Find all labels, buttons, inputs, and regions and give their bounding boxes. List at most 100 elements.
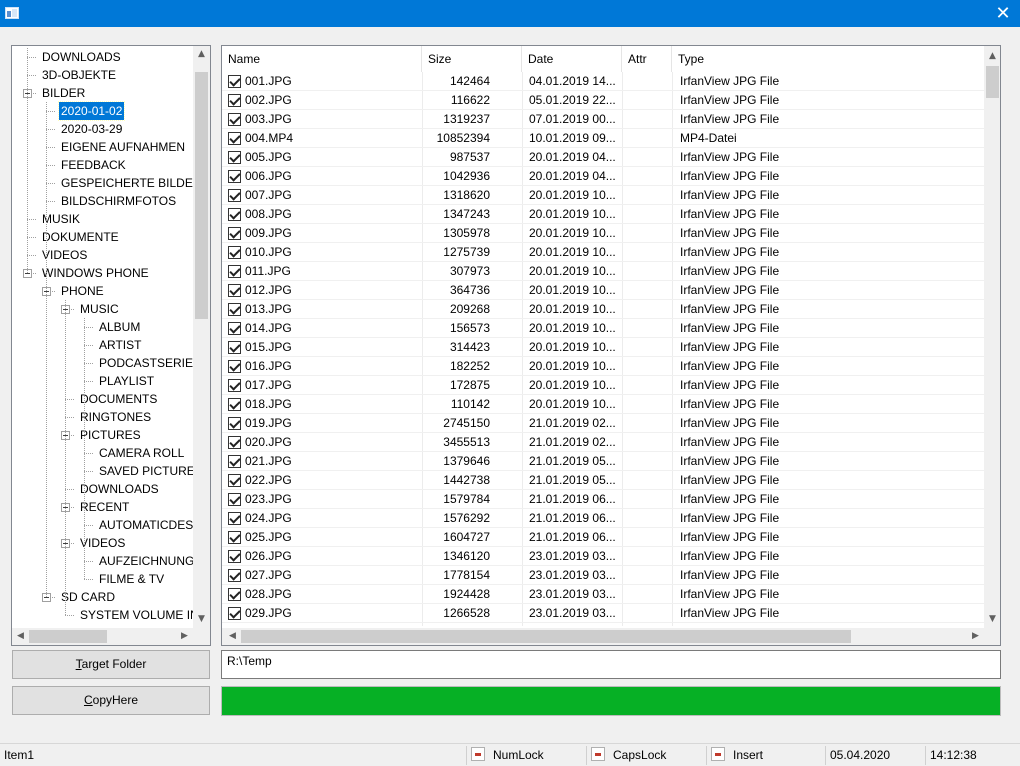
file-row[interactable]: 005.JPG 987537 20.01.2019 04... IrfanView J… (222, 148, 984, 167)
list-vertical-scrollbar[interactable]: ▲ ▼ (984, 46, 1000, 628)
tree-horizontal-scrollbar[interactable]: ◀ ▶ (12, 628, 193, 645)
column-header-date[interactable]: Date (522, 46, 622, 72)
scroll-right-arrow-icon[interactable]: ▶ (967, 628, 984, 645)
target-folder-button[interactable]: Target Folder (12, 650, 210, 679)
file-list[interactable]: Name Size Date Attr Type 001.JPG 142464 04… (221, 45, 1001, 646)
tree-item[interactable]: PHONE (12, 282, 193, 300)
tree-item[interactable]: MUSIC (12, 300, 193, 318)
tree-item[interactable]: 2020-03-29 (12, 120, 193, 138)
tree-item[interactable]: BILDSCHIRMFOTOS (12, 192, 193, 210)
file-row[interactable]: 023.JPG 1579784 21.01.2019 06... IrfanView … (222, 490, 984, 509)
file-row[interactable]: 006.JPG 1042936 20.01.2019 04... IrfanView … (222, 167, 984, 186)
copy-here-button[interactable]: CopyHere (12, 686, 210, 715)
column-header-attr[interactable]: Attr (622, 46, 672, 72)
tree-item[interactable]: DOWNLOADS (12, 480, 193, 498)
tree-connector (84, 363, 93, 364)
file-row[interactable]: 003.JPG 1319237 07.01.2019 00... IrfanView … (222, 110, 984, 129)
file-row[interactable]: 027.JPG 1778154 23.01.2019 03... IrfanView … (222, 566, 984, 585)
tree-item[interactable]: DOKUMENTE (12, 228, 193, 246)
tree-item[interactable]: ARTIST (12, 336, 193, 354)
file-row[interactable]: 021.JPG 1379646 21.01.2019 05... IrfanView … (222, 452, 984, 471)
tree-item[interactable]: SAVED PICTURES (12, 462, 193, 480)
tree-item[interactable]: FILME & TV (12, 570, 193, 588)
tree-item[interactable]: ALBUM (12, 318, 193, 336)
tree-item[interactable]: PLAYLIST (12, 372, 193, 390)
tree-item[interactable]: DOWNLOADS (12, 48, 193, 66)
file-row[interactable]: 022.JPG 1442738 21.01.2019 05... IrfanView … (222, 471, 984, 490)
tree-item[interactable]: DOCUMENTS (12, 390, 193, 408)
scroll-thumb[interactable] (241, 630, 851, 643)
tree-item[interactable]: BILDER (12, 84, 193, 102)
tree-item[interactable]: 3D-OBJEKTE (12, 66, 193, 84)
file-row[interactable]: 020.JPG 3455513 21.01.2019 02... IrfanView … (222, 433, 984, 452)
scroll-left-arrow-icon[interactable]: ◀ (12, 628, 29, 645)
column-header-name[interactable]: Name (222, 46, 422, 72)
tree-item[interactable]: 2020-01-02 (12, 101, 193, 121)
tree-connector (84, 471, 93, 472)
file-row[interactable]: 010.JPG 1275739 20.01.2019 10... IrfanView … (222, 243, 984, 262)
tree-item-label: EIGENE AUFNAHMEN (61, 140, 186, 154)
file-row[interactable]: 025.JPG 1604727 21.01.2019 06... IrfanView … (222, 528, 984, 547)
tree-item[interactable]: RINGTONES (12, 408, 193, 426)
file-row[interactable]: 026.JPG 1346120 23.01.2019 03... IrfanView … (222, 547, 984, 566)
scroll-thumb[interactable] (986, 66, 999, 98)
cell-type: IrfanView JPG File (680, 283, 780, 297)
column-header-size[interactable]: Size (422, 46, 522, 72)
cell-size: 1318620 (443, 188, 490, 202)
file-row[interactable]: 007.JPG 1318620 20.01.2019 10... IrfanView … (222, 186, 984, 205)
scroll-thumb[interactable] (29, 630, 107, 643)
tree-item[interactable]: EIGENE AUFNAHMEN (12, 138, 193, 156)
tree-item[interactable]: RECENT (12, 498, 193, 516)
file-row[interactable]: 012.JPG 364736 20.01.2019 10... IrfanView J… (222, 281, 984, 300)
tree-item[interactable]: SD CARD (12, 588, 193, 606)
scroll-right-arrow-icon[interactable]: ▶ (176, 628, 193, 645)
tree-vertical-scrollbar[interactable]: ▲ ▼ (193, 46, 210, 628)
file-row[interactable]: 008.JPG 1347243 20.01.2019 10... IrfanView … (222, 205, 984, 224)
list-horizontal-scrollbar[interactable]: ◀ ▶ (222, 628, 984, 645)
scroll-left-arrow-icon[interactable]: ◀ (224, 628, 241, 645)
tree-item[interactable]: CAMERA ROLL (12, 444, 193, 462)
file-row[interactable]: 019.JPG 2745150 21.01.2019 02... IrfanView … (222, 414, 984, 433)
file-row[interactable]: 004.MP4 10852394 10.01.2019 09... MP4-Datei (222, 129, 984, 148)
tree-item[interactable]: GESPEICHERTE BILDER (12, 174, 193, 192)
cell-attr (623, 72, 673, 91)
tree-item[interactable]: PODCASTSERIES (12, 354, 193, 372)
file-row[interactable]: 011.JPG 307973 20.01.2019 10... IrfanView J… (222, 262, 984, 281)
cell-size: 1266528 (443, 606, 490, 620)
file-row[interactable]: 016.JPG 182252 20.01.2019 10... IrfanView J… (222, 357, 984, 376)
tree-item[interactable]: PICTURES (12, 426, 193, 444)
tree-item[interactable]: AUFZEICHNUNGEN (12, 552, 193, 570)
file-row[interactable]: 017.JPG 172875 20.01.2019 10... IrfanView J… (222, 376, 984, 395)
folder-tree[interactable]: DOWNLOADS 3D-OBJEKTE BILDER 2020-01-02 2020-… (11, 45, 211, 646)
file-row[interactable]: 001.JPG 142464 04.01.2019 14... IrfanView J… (222, 72, 984, 91)
cell-attr (623, 357, 673, 376)
tree-item[interactable]: SYSTEM VOLUME INFORMATION (12, 606, 193, 624)
tree-item-label: ALBUM (99, 320, 141, 334)
scroll-down-arrow-icon[interactable]: ▼ (193, 611, 210, 628)
file-row[interactable]: 029.JPG 1266528 23.01.2019 03... IrfanView … (222, 604, 984, 623)
scroll-down-arrow-icon[interactable]: ▼ (984, 611, 1000, 628)
file-row[interactable]: 015.JPG 314423 20.01.2019 10... IrfanView J… (222, 338, 984, 357)
file-row[interactable]: 013.JPG 209268 20.01.2019 10... IrfanView J… (222, 300, 984, 319)
tree-item[interactable]: VIDEOS (12, 246, 193, 264)
target-path-field[interactable]: R:\Temp (221, 650, 1001, 679)
tree-item[interactable]: VIDEOS (12, 534, 193, 552)
file-row[interactable]: 024.JPG 1576292 21.01.2019 06... IrfanView … (222, 509, 984, 528)
tree-item[interactable]: AUTOMATICDESTINATIONS (12, 516, 193, 534)
scroll-thumb[interactable] (195, 72, 208, 319)
scroll-up-arrow-icon[interactable]: ▲ (984, 48, 1000, 65)
tree-item[interactable]: MUSIK (12, 210, 193, 228)
file-row[interactable]: 009.JPG 1305978 20.01.2019 10... IrfanView … (222, 224, 984, 243)
file-row[interactable]: 002.JPG 116622 05.01.2019 22... IrfanView J… (222, 91, 984, 110)
file-row[interactable]: 014.JPG 156573 20.01.2019 10... IrfanView J… (222, 319, 984, 338)
tree-item[interactable]: WINDOWS PHONE (12, 264, 193, 282)
scroll-up-arrow-icon[interactable]: ▲ (193, 46, 210, 63)
cell-name: 025.JPG (245, 530, 292, 544)
column-header-type[interactable]: Type (672, 46, 984, 72)
file-row[interactable]: 018.JPG 110142 20.01.2019 10... IrfanView J… (222, 395, 984, 414)
tree-item-label: DOKUMENTE (42, 230, 119, 244)
cell-attr (623, 338, 673, 357)
tree-item[interactable]: FEEDBACK (12, 156, 193, 174)
file-row[interactable]: 028.JPG 1924428 23.01.2019 03... IrfanView … (222, 585, 984, 604)
close-button[interactable]: ✕ (986, 0, 1020, 27)
